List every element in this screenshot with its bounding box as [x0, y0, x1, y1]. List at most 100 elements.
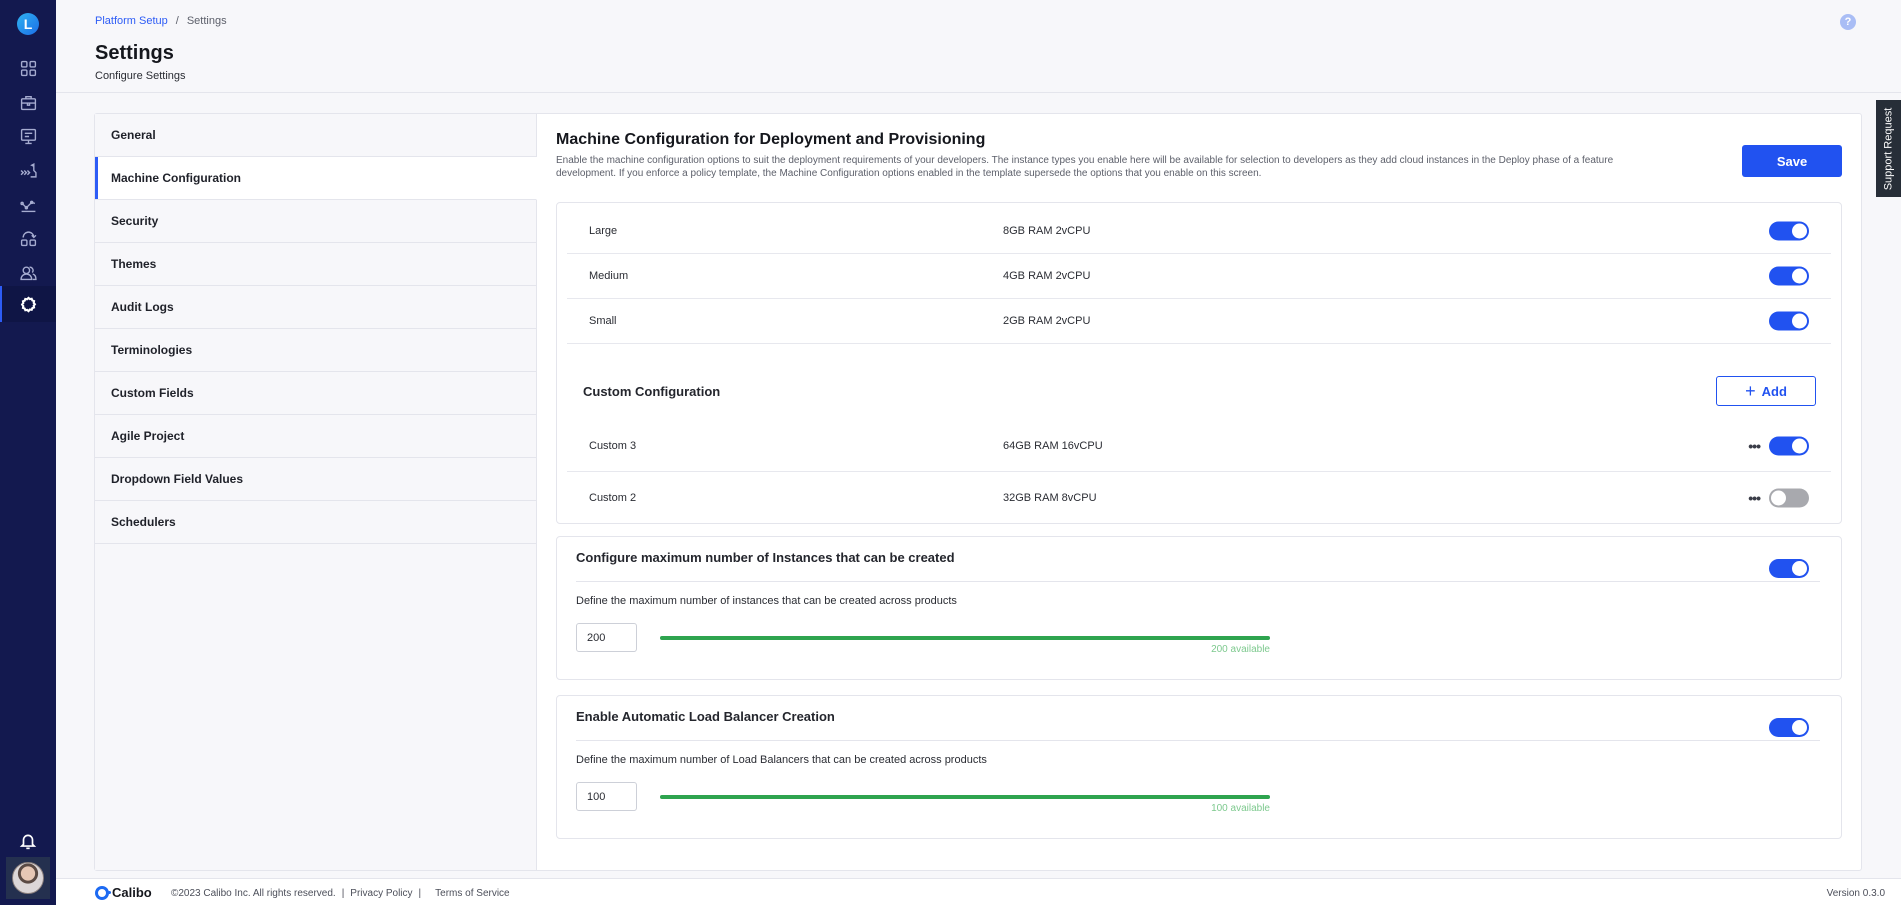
- instances-limit-toggle[interactable]: [1769, 559, 1809, 578]
- footer-links: ©2023 Calibo Inc. All rights reserved. |…: [171, 888, 510, 899]
- footer: Calibo ©2023 Calibo Inc. All rights rese…: [56, 878, 1901, 905]
- page-title: Settings: [95, 42, 174, 64]
- config-name: Custom 2: [589, 492, 637, 504]
- config-name: Small: [589, 315, 617, 327]
- page-header: Platform Setup / Settings Settings Confi…: [56, 0, 1901, 93]
- app-nav-rail: L: [0, 0, 56, 905]
- section-title: Machine Configuration for Deployment and…: [556, 131, 986, 148]
- notifications-bell-icon[interactable]: [19, 832, 37, 850]
- more-options-icon[interactable]: •••: [1748, 439, 1761, 453]
- custom-configuration-heading: Custom Configuration: [583, 384, 721, 399]
- section-description: Enable the machine configuration options…: [556, 155, 1614, 179]
- rail-item-analytics[interactable]: [0, 187, 56, 221]
- rail-item-deploy[interactable]: [0, 153, 56, 187]
- config-row: Small 2GB RAM 2vCPU: [567, 299, 1831, 344]
- instances-progress-fill: [660, 636, 1270, 640]
- settings-nav-audit-logs[interactable]: Audit Logs: [95, 286, 536, 329]
- terms-of-service-link[interactable]: Terms of Service: [435, 888, 509, 899]
- settings-nav: General Machine Configuration Security T…: [95, 114, 537, 870]
- load-balancer-progress-bar: [660, 795, 1270, 799]
- config-row: Custom 3 64GB RAM 16vCPU •••: [567, 420, 1831, 472]
- config-toggle-custom-3[interactable]: [1769, 436, 1809, 455]
- rail-item-presentation[interactable]: [0, 119, 56, 153]
- dashboard-icon: [20, 60, 36, 76]
- config-name: Medium: [589, 270, 629, 282]
- config-spec: 32GB RAM 8vCPU: [1003, 492, 1097, 504]
- breadcrumb: Platform Setup / Settings: [95, 15, 227, 27]
- load-balancer-limit-card: Enable Automatic Load Balancer Creation …: [556, 695, 1842, 839]
- plus-icon: +: [1745, 381, 1756, 401]
- divider: [576, 740, 1820, 741]
- support-request-label: Support Request: [1882, 107, 1895, 190]
- rail-item-dashboard[interactable]: [0, 51, 56, 85]
- more-options-icon[interactable]: •••: [1748, 491, 1761, 505]
- briefcase-icon: [20, 95, 36, 110]
- calibo-mark-icon: [95, 885, 111, 900]
- config-spec: 64GB RAM 16vCPU: [1003, 439, 1103, 452]
- calibo-logo: Calibo: [95, 885, 152, 900]
- breadcrumb-current: Settings: [186, 15, 227, 27]
- config-name: Custom 3: [589, 439, 637, 452]
- app-version: Version 0.3.0: [1826, 888, 1885, 899]
- settings-nav-agile-project[interactable]: Agile Project: [95, 415, 536, 458]
- settings-nav-general[interactable]: General: [95, 114, 536, 157]
- user-avatar-button[interactable]: [6, 857, 50, 899]
- settings-nav-security[interactable]: Security: [95, 200, 536, 243]
- config-name: Large: [589, 225, 618, 237]
- config-toggle-large[interactable]: [1769, 221, 1809, 241]
- instances-limit-title: Configure maximum number of Instances th…: [576, 550, 955, 565]
- settings-nav-themes[interactable]: Themes: [95, 243, 536, 286]
- rail-item-users[interactable]: [0, 255, 56, 289]
- breadcrumb-platform-setup[interactable]: Platform Setup: [95, 15, 168, 27]
- load-balancer-limit-description: Define the maximum number of Load Balanc…: [576, 754, 987, 766]
- config-toggle-custom-2[interactable]: [1769, 488, 1809, 508]
- support-request-tab[interactable]: Support Request: [1876, 100, 1901, 197]
- config-spec: 8GB RAM 2vCPU: [1003, 225, 1091, 237]
- settings-panel: General Machine Configuration Security T…: [94, 113, 1862, 871]
- divider: [576, 581, 1820, 582]
- help-icon[interactable]: ?: [1840, 14, 1856, 30]
- save-button[interactable]: Save: [1742, 145, 1842, 177]
- users-icon: [19, 265, 37, 280]
- config-row: Large 8GB RAM 2vCPU: [567, 209, 1831, 254]
- load-balancer-progress-fill: [660, 795, 1270, 799]
- config-spec: 4GB RAM 2vCPU: [1003, 270, 1091, 282]
- footer-separator: |: [341, 888, 345, 899]
- gear-icon: [20, 295, 36, 313]
- load-balancer-limit-input[interactable]: [576, 782, 637, 811]
- add-button-label: Add: [1761, 383, 1787, 399]
- deploy-icon: [20, 162, 37, 178]
- instances-limit-input[interactable]: [576, 623, 637, 652]
- machine-configuration-content: Machine Configuration for Deployment and…: [537, 114, 1861, 870]
- load-balancer-limit-title: Enable Automatic Load Balancer Creation: [576, 709, 835, 724]
- footer-separator: |: [418, 888, 422, 899]
- settings-nav-schedulers[interactable]: Schedulers: [95, 501, 536, 544]
- config-spec: 2GB RAM 2vCPU: [1003, 315, 1091, 327]
- instances-available-label: 200 available: [1211, 644, 1270, 655]
- settings-nav-dropdown-field-values[interactable]: Dropdown Field Values: [95, 458, 536, 501]
- settings-nav-terminologies[interactable]: Terminologies: [95, 329, 536, 372]
- config-toggle-small[interactable]: [1769, 311, 1809, 331]
- config-toggle-medium[interactable]: [1769, 266, 1809, 286]
- copyright: ©2023 Calibo Inc. All rights reserved.: [171, 888, 336, 899]
- breadcrumb-separator: /: [175, 15, 179, 27]
- load-balancer-available-label: 100 available: [1211, 803, 1270, 814]
- add-custom-config-button[interactable]: + Add: [1716, 376, 1816, 406]
- load-balancer-toggle[interactable]: [1769, 718, 1809, 737]
- analytics-icon: [19, 200, 35, 212]
- config-row: Custom 2 32GB RAM 8vCPU •••: [567, 472, 1831, 524]
- avatar: [12, 862, 44, 894]
- rail-item-portfolio[interactable]: [0, 85, 56, 119]
- brand-name: Calibo: [112, 885, 152, 900]
- rail-item-settings[interactable]: [0, 286, 56, 322]
- settings-nav-machine-configuration[interactable]: Machine Configuration: [95, 157, 537, 200]
- page-subtitle: Configure Settings: [95, 70, 186, 82]
- settings-nav-custom-fields[interactable]: Custom Fields: [95, 372, 536, 415]
- rail-item-integrations[interactable]: [0, 221, 56, 255]
- instances-progress-bar: [660, 636, 1270, 640]
- privacy-policy-link[interactable]: Privacy Policy: [350, 888, 412, 899]
- app-logo[interactable]: L: [17, 13, 39, 35]
- machine-configurations-card: Large 8GB RAM 2vCPU Medium 4GB RAM 2vCPU…: [556, 202, 1842, 524]
- instances-limit-card: Configure maximum number of Instances th…: [556, 536, 1842, 680]
- integrations-icon: [20, 231, 36, 246]
